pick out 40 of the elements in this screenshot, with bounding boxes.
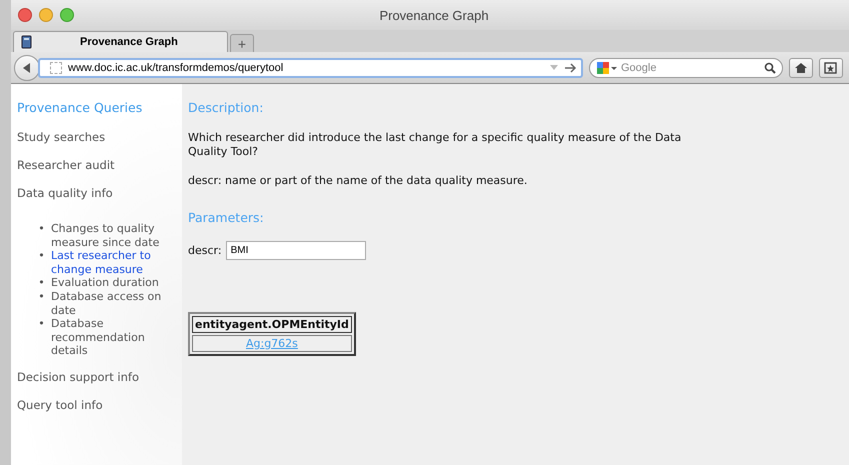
list-bullet: • bbox=[37, 249, 46, 263]
sidebar-title: Provenance Queries bbox=[17, 100, 144, 115]
submenu-link[interactable]: Changes to quality measure since date bbox=[51, 222, 182, 250]
sidebar-link[interactable]: Query tool info bbox=[17, 398, 182, 412]
address-field[interactable]: www.doc.ic.ac.uk/transformdemos/querytool bbox=[38, 58, 583, 78]
site-icon bbox=[50, 62, 62, 74]
zoom-button[interactable] bbox=[60, 8, 74, 22]
search-field[interactable]: Google bbox=[589, 58, 783, 78]
list-bullet: • bbox=[37, 222, 46, 236]
descr-input-field[interactable]: BMI bbox=[226, 240, 366, 260]
sidebar-link[interactable]: Data quality info bbox=[17, 186, 182, 200]
submenu-link[interactable]: Last researcher to change measure bbox=[51, 249, 182, 276]
column-header: entityagent.OPMEntityId bbox=[192, 316, 352, 333]
back-button[interactable] bbox=[14, 54, 40, 80]
list-bullet: • bbox=[37, 317, 46, 331]
sidebar-link[interactable]: Decision support info bbox=[17, 370, 182, 384]
section-heading: Parameters: bbox=[188, 210, 265, 225]
list-bullet: • bbox=[37, 276, 46, 290]
sidebar-link[interactable]: Study searches bbox=[17, 130, 182, 144]
field-label: descr: bbox=[188, 244, 222, 257]
search-engine-icon bbox=[596, 60, 618, 74]
close-button[interactable] bbox=[18, 8, 32, 22]
window-title: Provenance Graph bbox=[378, 8, 490, 22]
browser-tab[interactable]: Provenance Graph bbox=[13, 31, 228, 52]
submenu-link[interactable]: Evaluation duration bbox=[51, 276, 159, 290]
bookmarks-button[interactable] bbox=[819, 58, 843, 78]
back-arrow-icon bbox=[21, 62, 33, 74]
home-icon bbox=[794, 62, 808, 74]
description-text: Which researcher did introduce the last change for a specific quality measure of the Data Quality Tool? bbox=[188, 131, 682, 158]
parameter-note: descr: name or part of the name of the data quality measure. bbox=[188, 174, 528, 188]
new-tab-button[interactable]: + bbox=[230, 34, 254, 52]
section-heading: Description: bbox=[188, 100, 264, 115]
sidebar-link[interactable]: Researcher audit bbox=[17, 158, 182, 172]
list-bullet: • bbox=[37, 290, 46, 304]
home-button[interactable] bbox=[789, 58, 813, 78]
submenu-link[interactable]: Database access on date bbox=[51, 290, 182, 318]
search-icon[interactable] bbox=[764, 62, 776, 74]
go-arrow-icon[interactable] bbox=[549, 62, 577, 74]
document-icon bbox=[20, 35, 34, 49]
submenu-link[interactable]: Database recommendation details bbox=[51, 317, 182, 358]
